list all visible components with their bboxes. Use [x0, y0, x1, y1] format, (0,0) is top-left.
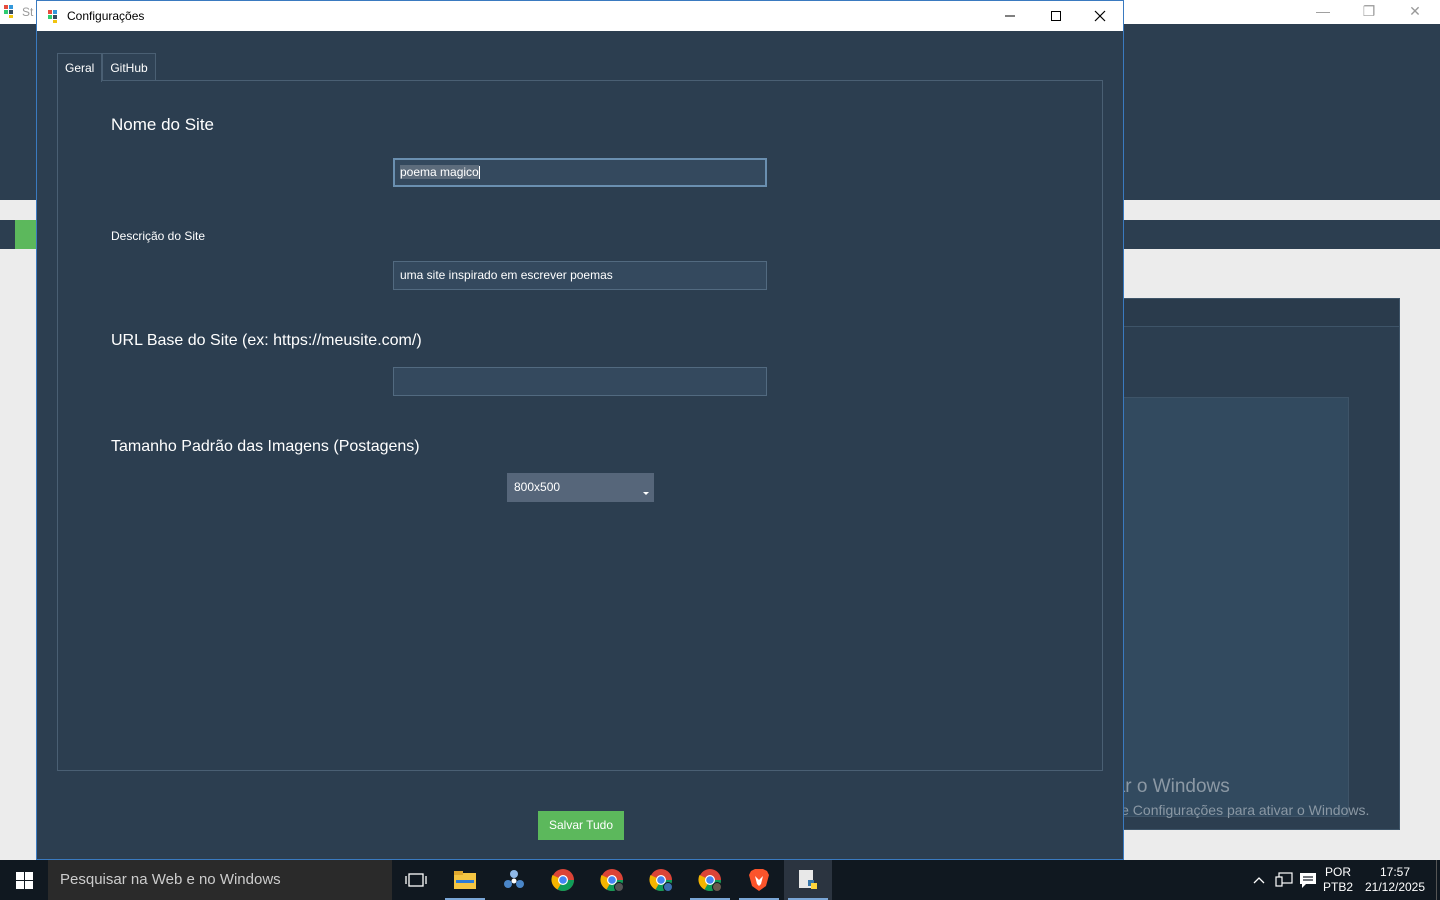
chrome-profile-icon	[600, 869, 624, 892]
taskbar-chrome-profile-2[interactable]	[637, 860, 685, 900]
minimize-button[interactable]	[987, 1, 1033, 31]
chevron-down-icon	[643, 492, 649, 495]
background-panel-content	[1121, 397, 1349, 817]
taskbar-search-box[interactable]: Pesquisar na Web e no Windows	[48, 860, 392, 900]
app-icon	[48, 10, 57, 23]
python-app-icon	[799, 870, 817, 889]
site-name-value: poema magico	[400, 165, 479, 179]
taskbar-gaming-app[interactable]	[490, 860, 538, 900]
windows-activation-watermark: Ativar o Windows Acesse Configurações pa…	[1083, 776, 1369, 818]
task-view-icon	[405, 873, 427, 887]
tab-github[interactable]: GitHub	[102, 53, 156, 81]
site-description-value: uma site inspirado em escrever poemas	[400, 268, 613, 282]
watermark-subtitle: Acesse Configurações para ativar o Windo…	[1083, 802, 1370, 818]
taskbar-chrome-profile-3[interactable]	[686, 860, 734, 900]
keyboard-layout: PTB2	[1322, 880, 1353, 894]
chrome-icon	[551, 869, 574, 891]
restore-icon[interactable]: ❐	[1346, 0, 1392, 24]
site-name-input[interactable]: poema magico	[393, 158, 767, 187]
image-size-label: Tamanho Padrão das Imagens (Postagens)	[111, 438, 420, 455]
image-size-dropdown[interactable]: 800x500	[507, 473, 654, 502]
brave-icon	[749, 869, 769, 891]
text-caret	[478, 166, 480, 180]
notification-icon[interactable]	[1299, 872, 1317, 890]
close-icon	[1094, 10, 1106, 22]
gaming-app-icon	[504, 870, 524, 888]
background-window-title: St	[22, 5, 34, 19]
start-button[interactable]	[0, 860, 48, 900]
tab-strip: Geral GitHub	[57, 53, 156, 82]
save-all-button[interactable]: Salvar Tudo	[538, 811, 624, 840]
taskbar-python-app[interactable]	[784, 860, 832, 900]
taskbar-brave[interactable]	[735, 860, 783, 900]
chrome-profile-icon	[698, 869, 722, 892]
background-panel-header	[1121, 299, 1399, 327]
language-indicator[interactable]: POR PTB2	[1320, 865, 1356, 895]
clock-date: 21/12/2025	[1364, 880, 1426, 894]
background-panel	[1120, 298, 1400, 830]
dialog-title: Configurações	[67, 9, 145, 23]
network-icon[interactable]	[1275, 872, 1293, 888]
task-view-button[interactable]	[392, 860, 440, 900]
language-code: POR	[1324, 865, 1351, 879]
clock-time: 17:57	[1379, 865, 1411, 879]
base-url-input[interactable]	[393, 367, 767, 396]
site-description-input[interactable]: uma site inspirado em escrever poemas	[393, 261, 767, 290]
watermark-title: Ativar o Windows	[1083, 776, 1230, 797]
base-url-label: URL Base do Site (ex: https://meusite.co…	[111, 332, 422, 349]
image-size-value: 800x500	[514, 480, 561, 494]
windows-taskbar: Pesquisar na Web e no Windows POR PTB2 1…	[0, 860, 1440, 900]
show-desktop-button[interactable]	[1436, 860, 1440, 900]
settings-dialog: Configurações Geral GitHub Nome do Site …	[36, 0, 1124, 860]
minimize-icon[interactable]: —	[1300, 0, 1346, 24]
tab-geral[interactable]: Geral	[57, 53, 103, 82]
maximize-icon	[1051, 11, 1061, 21]
chrome-profile-icon	[649, 869, 673, 892]
minimize-icon	[1005, 15, 1015, 17]
close-icon[interactable]: ✕	[1392, 0, 1438, 24]
taskbar-chrome[interactable]	[539, 860, 587, 900]
app-icon	[4, 5, 13, 18]
site-name-label: Nome do Site	[111, 115, 214, 134]
clock[interactable]: 17:57 21/12/2025	[1362, 865, 1428, 895]
windows-logo-icon	[15, 871, 33, 889]
close-button[interactable]	[1077, 1, 1123, 31]
dialog-title-bar[interactable]: Configurações	[37, 1, 1123, 31]
taskbar-chrome-profile-1[interactable]	[588, 860, 636, 900]
chevron-up-icon[interactable]	[1253, 875, 1265, 885]
file-explorer-icon	[454, 871, 476, 889]
site-description-label: Descrição do Site	[111, 229, 206, 243]
taskbar-file-explorer[interactable]	[441, 860, 489, 900]
maximize-button[interactable]	[1033, 1, 1079, 31]
